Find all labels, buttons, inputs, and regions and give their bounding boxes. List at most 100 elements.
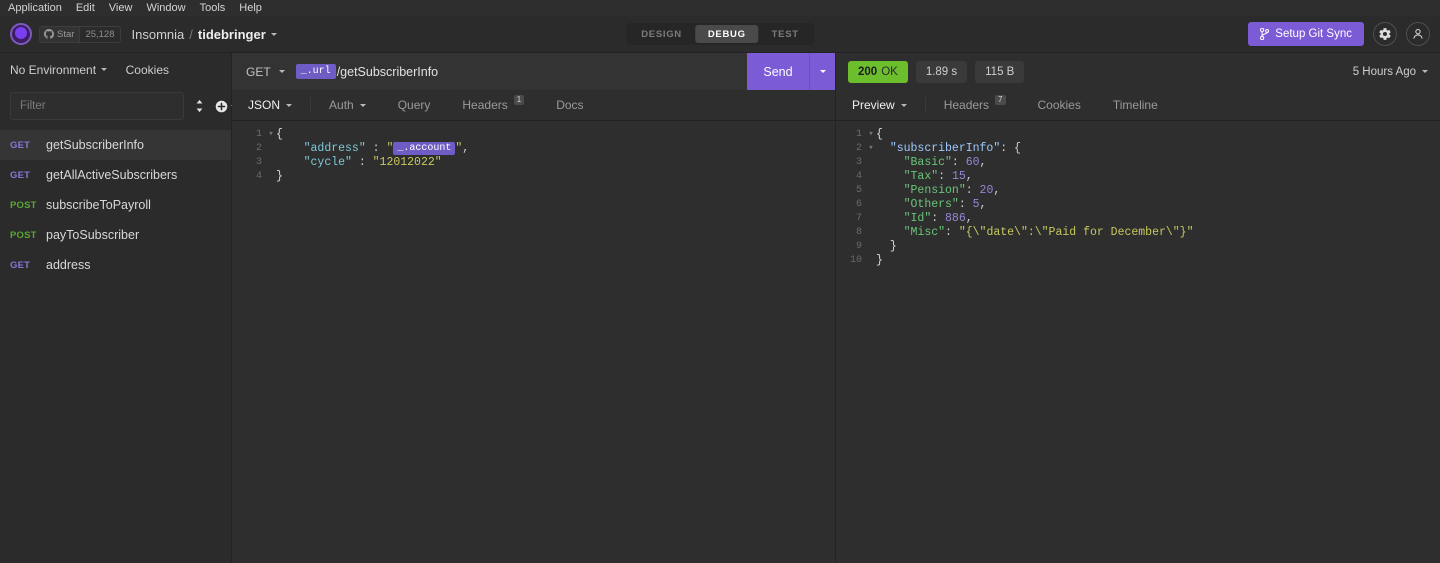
code-line: 4} (232, 169, 835, 183)
git-sync-label: Setup Git Sync (1275, 28, 1352, 40)
menu-item-tools[interactable]: Tools (200, 2, 226, 14)
setup-git-sync-button[interactable]: Setup Git Sync (1248, 22, 1364, 46)
menu-item-window[interactable]: Window (146, 2, 185, 14)
code-line: 3 "Basic": 60, (836, 155, 1440, 169)
request-name-label: payToSubscriber (46, 228, 140, 242)
line-number: 9 (855, 240, 862, 252)
account-icon (1413, 29, 1423, 39)
code-token: : (351, 155, 373, 169)
filter-input[interactable] (10, 92, 184, 120)
status-badge[interactable]: 200 OK (848, 60, 908, 83)
response-time[interactable]: 1.89 s (915, 60, 968, 83)
tab-response-preview[interactable]: Preview (836, 90, 923, 120)
line-number: 6 (855, 198, 862, 210)
tab-response-cookies[interactable]: Cookies (1022, 90, 1097, 120)
code-token: "Tax" (903, 169, 939, 183)
code-line: 4 "Tax": 15, (836, 169, 1440, 183)
request-method-label: POST (10, 199, 37, 211)
chevron-down-icon[interactable] (101, 68, 108, 71)
mode-switcher: DESIGN DEBUG TEST (626, 23, 814, 45)
line-number: 1 (255, 128, 262, 140)
menu-item-edit[interactable]: Edit (76, 2, 95, 14)
environment-selector-label[interactable]: No Environment (10, 63, 96, 77)
menu-item-help[interactable]: Help (239, 2, 262, 14)
url-path: /getSubscriberInfo (336, 64, 439, 79)
request-list-item[interactable]: GET getSubscriberInfo (0, 130, 231, 160)
tab-request-headers[interactable]: Headers 1 (446, 90, 540, 120)
code-line: 3 "cycle" : "12012022" (232, 155, 835, 169)
url-bar: GET _.url /getSubscriberInfo Send (232, 53, 835, 90)
code-token: "{\"date\":\"Paid for December\"}" (958, 225, 1194, 239)
request-method-label: POST (10, 229, 37, 241)
fold-toggle-icon[interactable]: ▾ (866, 129, 876, 139)
tab-label: Query (397, 98, 431, 112)
response-size[interactable]: 115 B (975, 60, 1025, 83)
request-list-item[interactable]: POST payToSubscriber (0, 220, 231, 250)
tab-response-headers[interactable]: Headers 7 (928, 90, 1022, 120)
tab-divider (310, 97, 312, 113)
breadcrumb-app-name[interactable]: Insomnia (132, 27, 185, 42)
request-tabs: JSON Auth Query Headers 1 Docs (232, 90, 835, 121)
tab-response-timeline[interactable]: Timeline (1097, 90, 1174, 120)
url-template-tag[interactable]: _.url (295, 64, 336, 79)
tab-request-json[interactable]: JSON (232, 90, 308, 120)
status-text: OK (881, 65, 898, 78)
code-token: : (945, 225, 959, 239)
app-header: Star 25,128 Insomnia / tidebringer DESIG… (0, 16, 1440, 53)
tab-label: JSON (248, 98, 281, 112)
method-selector[interactable]: GET (232, 53, 296, 90)
chevron-down-icon[interactable] (270, 32, 277, 36)
chevron-down-icon[interactable] (900, 103, 907, 107)
send-button[interactable]: Send (747, 53, 809, 90)
code-line: 7 "Id": 886, (836, 211, 1440, 225)
request-list-item[interactable]: GET getAllActiveSubscribers (0, 160, 231, 190)
response-pane: 200 OK 1.89 s 115 B 5 Hours Ago Preview H… (836, 53, 1440, 563)
sort-button[interactable] (194, 99, 205, 113)
request-body-editor[interactable]: 1 ▾{2 "address" : " _.account ", 3 "cycle" :… (232, 121, 835, 563)
code-token: "Misc" (903, 225, 946, 239)
code-token: , (993, 183, 1001, 197)
mode-test[interactable]: TEST (759, 25, 812, 43)
response-history-selector[interactable]: 5 Hours Ago (1353, 66, 1428, 78)
send-options-button[interactable] (809, 53, 835, 90)
line-number: 2 (855, 142, 862, 154)
line-number: 7 (855, 212, 862, 224)
menu-item-view[interactable]: View (109, 2, 133, 14)
breadcrumb-workspace[interactable]: tidebringer (198, 27, 266, 42)
account-button[interactable] (1406, 22, 1430, 46)
github-star-button[interactable]: Star 25,128 (39, 25, 121, 43)
request-name-label: address (46, 258, 91, 272)
tab-request-docs[interactable]: Docs (540, 90, 599, 120)
code-token: { (276, 127, 283, 141)
response-body-viewer[interactable]: 1 ▾{2 ▾ "subscriberInfo": {3 "Basic": 60, 4… (836, 121, 1440, 563)
chevron-down-icon[interactable] (286, 103, 293, 107)
code-token: 20 (979, 183, 994, 197)
code-token: 60 (965, 155, 980, 169)
url-input[interactable]: _.url /getSubscriberInfo (295, 53, 747, 90)
fold-toggle-icon[interactable]: ▾ (866, 143, 876, 153)
tab-label: Preview (852, 98, 895, 112)
cookies-button[interactable]: Cookies (126, 63, 169, 77)
tab-request-auth[interactable]: Auth (313, 90, 382, 120)
request-list-item[interactable]: POST subscribeToPayroll (0, 190, 231, 220)
code-line: 2 ▾ "subscriberInfo": { (836, 141, 1440, 155)
insomnia-logo-icon (10, 23, 32, 45)
code-line: 8 "Misc": "{\"date\":\"Paid for December… (836, 225, 1440, 239)
mode-design[interactable]: DESIGN (628, 25, 695, 43)
code-line: 2 "address" : " _.account ", (232, 141, 835, 155)
environment-row: No Environment Cookies (0, 53, 231, 86)
request-list-item[interactable]: GET address (0, 250, 231, 280)
star-count: 25,128 (79, 26, 120, 42)
template-tag[interactable]: _.account (393, 141, 456, 155)
chevron-down-icon[interactable] (359, 103, 366, 107)
fold-toggle-icon[interactable]: ▾ (266, 129, 276, 139)
tab-request-query[interactable]: Query (382, 90, 447, 120)
menu-item-application[interactable]: Application (8, 2, 62, 14)
code-token: : (958, 197, 973, 211)
settings-button[interactable] (1373, 22, 1397, 46)
mode-debug[interactable]: DEBUG (694, 25, 759, 43)
